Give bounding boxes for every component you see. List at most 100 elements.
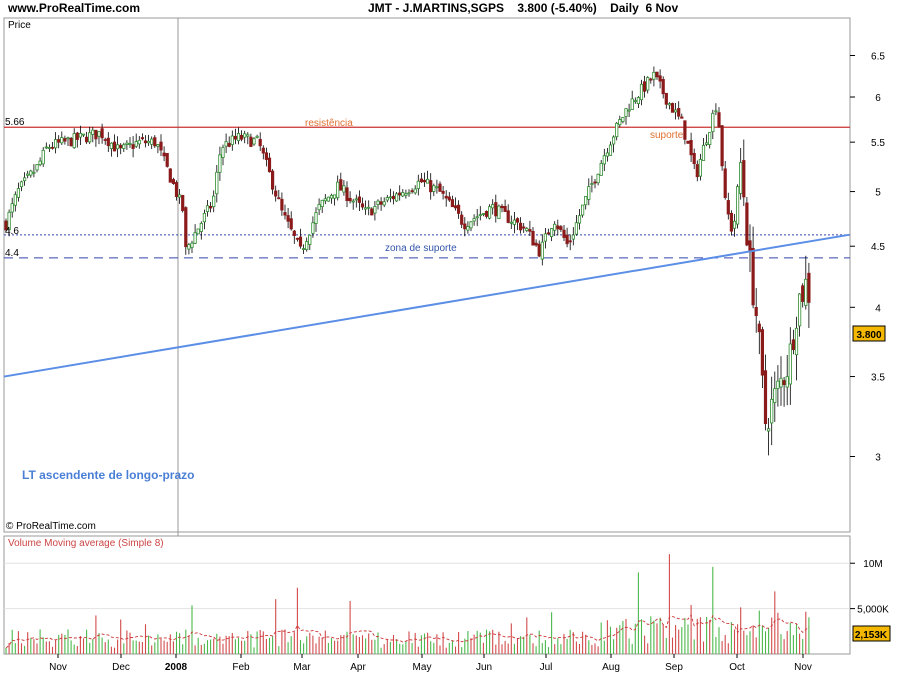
x-tick-label: Nov <box>49 662 67 673</box>
candle-body <box>295 237 300 240</box>
price-tick-label: 3.5 <box>871 373 885 384</box>
candle-body <box>466 226 470 231</box>
candle-body <box>419 178 424 183</box>
candle-body <box>264 152 269 160</box>
price-tick-label: 3 <box>875 453 881 464</box>
candle-body <box>236 132 241 141</box>
x-tick-label: 2008 <box>165 662 188 673</box>
candle-body <box>274 190 278 197</box>
candle-body <box>47 147 52 149</box>
candle-body <box>441 190 445 194</box>
candle-body <box>103 139 107 141</box>
candle-body <box>140 137 144 140</box>
candle-body <box>664 92 668 105</box>
candle-body <box>246 134 250 137</box>
candle-body <box>137 139 141 145</box>
candle-body <box>26 173 30 176</box>
candle-body <box>106 137 110 147</box>
candle-body <box>453 205 458 209</box>
candle-body <box>323 198 327 202</box>
candle-body <box>314 212 318 224</box>
candle-body <box>612 136 616 145</box>
price-tick-label: 5.5 <box>871 138 885 149</box>
candle-body <box>639 83 644 101</box>
candle-body <box>791 339 796 351</box>
candle-body <box>94 129 98 140</box>
price-tick-label: 6.5 <box>871 52 885 63</box>
candle-body <box>701 145 706 161</box>
candle-body <box>720 125 724 167</box>
candle-body <box>788 343 792 385</box>
candle-body <box>32 171 36 174</box>
candle-body <box>171 179 175 184</box>
candle-body <box>398 192 402 196</box>
candle-body <box>416 180 420 189</box>
candle-body <box>116 144 120 150</box>
candle-body <box>456 204 461 214</box>
candle-body <box>301 248 306 250</box>
candle-body <box>218 154 222 173</box>
candle-body <box>487 206 492 219</box>
candle-body <box>751 247 755 306</box>
candle-body <box>348 197 352 202</box>
candle-body <box>785 376 789 388</box>
candle-body <box>159 141 163 151</box>
price-tick-label: 5 <box>875 188 881 199</box>
candle-body <box>649 78 653 81</box>
candle-body <box>351 200 355 203</box>
candle-body <box>723 168 727 198</box>
price-tick-label: 4.5 <box>871 242 885 253</box>
candle-body <box>249 136 253 147</box>
candle-body <box>131 144 135 149</box>
candle-body <box>255 135 259 138</box>
candle-body <box>646 77 650 91</box>
candle-body <box>559 226 563 230</box>
candle-body <box>91 129 95 135</box>
candle-body <box>97 131 101 137</box>
candle-body <box>404 193 408 196</box>
candle-body <box>311 222 315 234</box>
candle-body <box>212 195 216 208</box>
candle-body <box>146 140 151 144</box>
candle-body <box>100 128 104 139</box>
candle-body <box>134 141 138 147</box>
candle-body <box>525 228 529 232</box>
candle-body <box>308 234 312 245</box>
candle-body <box>54 139 58 149</box>
candle-body <box>150 138 154 145</box>
candle-body <box>568 240 572 243</box>
candle-body <box>469 221 473 229</box>
resistance-value-label: 5.66 <box>5 117 25 128</box>
candle-body <box>562 229 566 238</box>
candle-body <box>326 196 331 202</box>
candle-body <box>283 212 287 216</box>
candle-body <box>156 144 160 147</box>
candle-body <box>425 178 430 184</box>
candle-body <box>38 160 42 166</box>
candle-body <box>407 192 411 195</box>
candle-body <box>593 181 597 184</box>
price-panel-label: Price <box>8 20 31 31</box>
candle-body <box>367 206 371 209</box>
candle-body <box>354 198 358 201</box>
candle-body <box>739 162 743 194</box>
candle-body <box>22 177 27 182</box>
candle-body <box>500 205 504 209</box>
candle-body <box>258 138 262 147</box>
candle-body <box>605 152 610 157</box>
candle-body <box>503 206 507 212</box>
candle-body <box>35 164 39 171</box>
candle-body <box>478 214 482 216</box>
chart-window: www.ProRealTime.com JMT - J.MARTINS,SGPS… <box>0 0 900 700</box>
candle-body <box>243 133 247 138</box>
current-price-label: 3.800 <box>856 330 881 341</box>
candle-body <box>708 131 712 146</box>
candle-body <box>491 204 495 209</box>
candle-body <box>119 144 123 149</box>
candle-body <box>602 155 606 165</box>
candle-body <box>289 218 293 230</box>
candle-body <box>584 195 588 206</box>
candle-body <box>50 146 55 149</box>
candle-body <box>643 81 647 92</box>
candle-body <box>748 240 752 251</box>
